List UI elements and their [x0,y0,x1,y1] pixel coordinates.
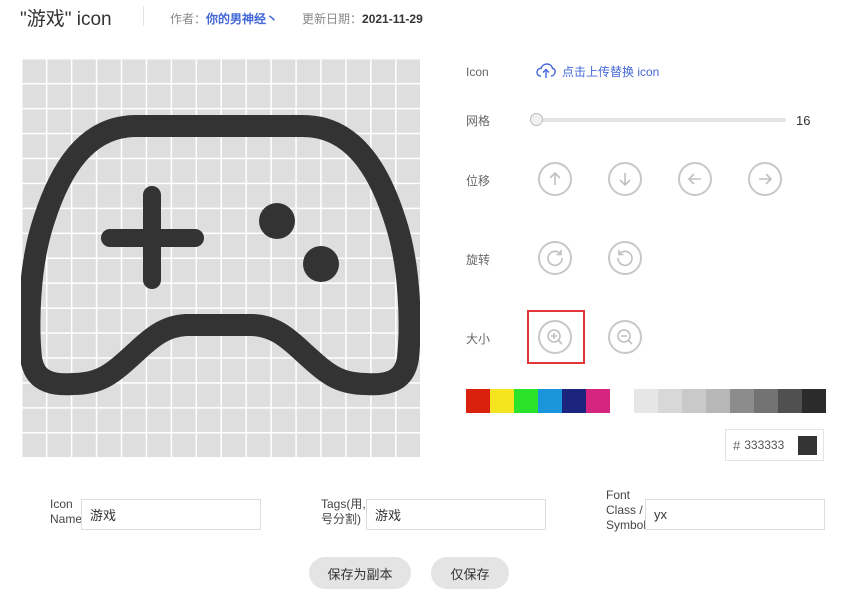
grid-slider-handle[interactable] [530,113,543,126]
move-label: 位移 [466,174,491,188]
color-hex-field[interactable]: # 333333 [725,429,824,461]
palette-swatch-5[interactable] [586,389,610,413]
palette-swatch-13[interactable] [778,389,802,413]
header-divider [143,6,144,26]
author-label: 作者： [170,12,207,26]
rotate-clockwise-icon [547,250,563,267]
cloud-upload-icon [536,63,556,78]
font-class-input[interactable] [645,499,825,530]
upload-icon-link[interactable]: 点击上传替换 icon [536,62,659,80]
palette-swatch-6[interactable] [610,389,634,413]
arrow-down-icon [619,173,631,187]
rotate-clockwise-button[interactable] [538,241,572,275]
tags-label: Tags(用, 号分割) [321,497,366,526]
move-down-button[interactable] [608,162,642,196]
save-as-copy-button[interactable]: 保存为副本 [309,557,411,589]
palette-swatch-9[interactable] [682,389,706,413]
palette-swatch-14[interactable] [802,389,826,413]
palette-swatch-11[interactable] [730,389,754,413]
color-hex-value: 333333 [744,438,785,452]
zoom-in-icon [547,329,563,345]
palette-swatch-3[interactable] [538,389,562,413]
icon-label: Icon [466,65,489,79]
hash-label: # [733,437,741,453]
arrow-right-icon [759,173,773,185]
arrow-left-icon [687,173,701,185]
palette-swatch-8[interactable] [658,389,682,413]
update-info: 更新日期：2021-11-29 [302,10,423,27]
grid-value: 16 [796,113,811,128]
zoom-out-icon [617,329,633,345]
gamepad-icon [21,115,420,396]
grid-label: 网格 [466,114,491,128]
palette-swatch-10[interactable] [706,389,730,413]
update-label: 更新日期： [302,12,363,26]
current-color-swatch [798,436,817,455]
move-right-button[interactable] [748,162,782,196]
font-class-label: Font Class / Symbol [606,488,647,532]
save-button[interactable]: 仅保存 [431,557,509,589]
page-title: "游戏" icon [20,9,112,30]
palette-swatch-2[interactable] [514,389,538,413]
palette-swatch-4[interactable] [562,389,586,413]
palette-swatch-1[interactable] [490,389,514,413]
tags-input[interactable] [366,499,546,530]
upload-text: 点击上传替换 icon [562,64,660,79]
rotate-label: 旋转 [466,253,491,267]
palette-swatch-7[interactable] [634,389,658,413]
author-info: 作者：你的男神经丶 [170,10,278,27]
rotate-counterclockwise-icon [617,250,633,267]
icon-name-label: Icon Name [50,497,83,526]
palette-swatch-0[interactable] [466,389,490,413]
icon-name-input[interactable] [81,499,261,530]
palette-swatch-12[interactable] [754,389,778,413]
grid-slider-track[interactable] [537,118,786,122]
move-up-button[interactable] [538,162,572,196]
zoom-out-button[interactable] [608,320,642,354]
rotate-counterclockwise-button[interactable] [608,241,642,275]
arrow-up-icon [549,171,561,185]
move-left-button[interactable] [678,162,712,196]
icon-editor-canvas[interactable] [21,58,420,457]
size-label: 大小 [466,332,491,346]
update-date: 2021-11-29 [362,12,423,26]
zoom-in-button[interactable] [538,320,572,354]
color-palette [466,389,826,413]
author-name[interactable]: 你的男神经丶 [206,12,278,26]
